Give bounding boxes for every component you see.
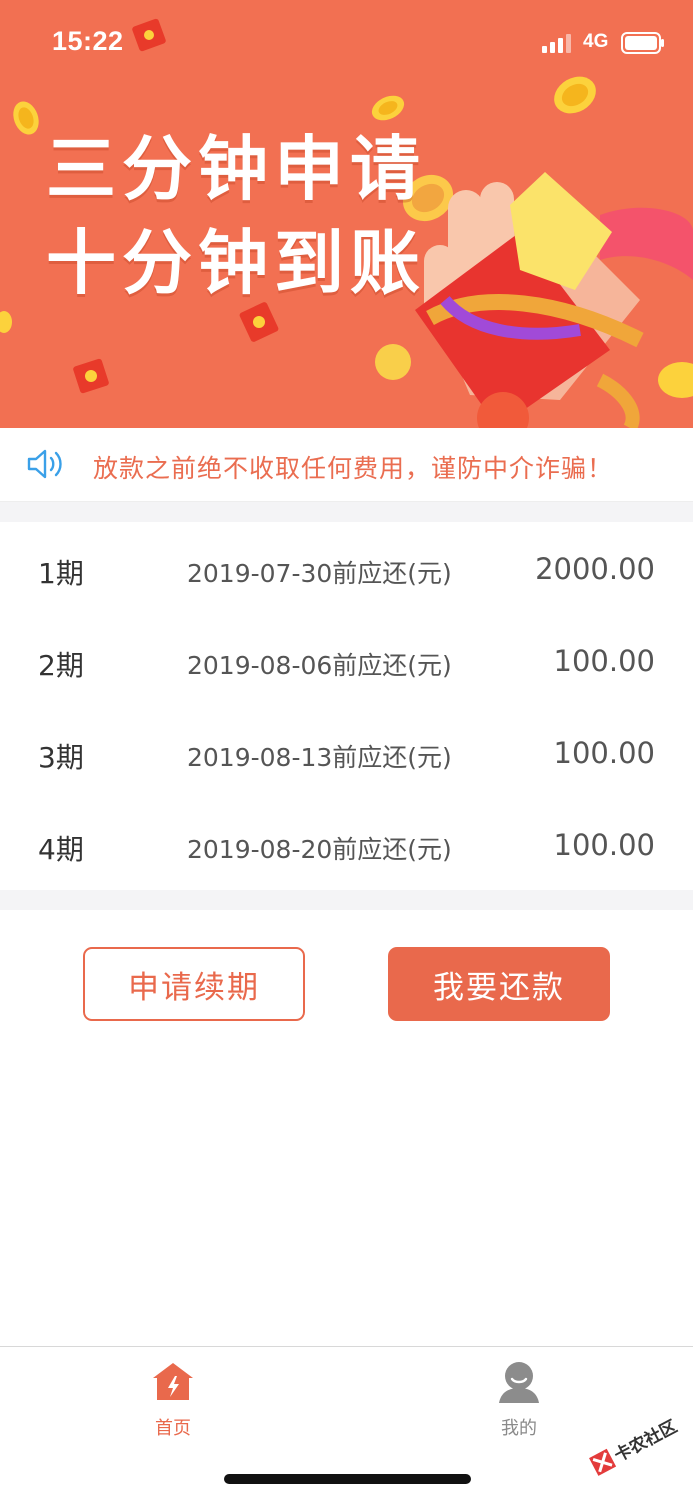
installment-due-date: 2019-08-20前应还(元) xyxy=(187,835,452,864)
coin-icon xyxy=(658,362,693,398)
coin-icon xyxy=(13,101,39,135)
coin-icon xyxy=(0,311,12,333)
battery-icon xyxy=(621,32,664,54)
renew-button[interactable]: 申请续期 xyxy=(83,947,305,1021)
promo-banner[interactable]: 15:22 4G 三分钟申请 十分钟到账 xyxy=(0,0,693,428)
profile-icon xyxy=(499,1362,539,1403)
tab-profile-label: 我的 xyxy=(501,1418,537,1439)
section-divider xyxy=(0,890,693,910)
speaker-icon xyxy=(27,449,62,479)
installment-due-date: 2019-08-13前应还(元) xyxy=(187,743,452,772)
signal-icon xyxy=(542,34,571,53)
coin-icon xyxy=(371,95,405,121)
svg-text:卡农社区: 卡农社区 xyxy=(611,1416,681,1466)
home-icon xyxy=(153,1363,193,1400)
installment-amount: 2000.00 xyxy=(535,552,655,586)
installment-due-date: 2019-07-30前应还(元) xyxy=(187,559,452,588)
repay-button[interactable]: 我要还款 xyxy=(388,947,610,1021)
home-indicator xyxy=(224,1474,471,1484)
red-envelope-icon xyxy=(73,358,109,394)
installment-row: 3期 2019-08-13前应还(元) 100.00 xyxy=(0,706,693,798)
banner-headline-line2: 十分钟到账 xyxy=(46,222,426,304)
banner-headline-line1: 三分钟申请 xyxy=(46,128,426,210)
installment-amount: 100.00 xyxy=(553,828,655,862)
status-time: 15:22 xyxy=(52,26,124,56)
tab-home-label: 首页 xyxy=(155,1418,191,1439)
installment-due-date: 2019-08-06前应还(元) xyxy=(187,651,452,680)
coin-icon xyxy=(375,344,411,380)
installment-row: 2期 2019-08-06前应还(元) 100.00 xyxy=(0,614,693,706)
installment-amount: 100.00 xyxy=(553,736,655,770)
installment-period: 2期 xyxy=(38,649,84,682)
installment-row: 1期 2019-07-30前应还(元) 2000.00 xyxy=(0,522,693,614)
installment-period: 1期 xyxy=(38,557,84,590)
red-envelope-icon xyxy=(239,302,279,342)
status-bar: 15:22 4G xyxy=(0,0,693,88)
section-divider xyxy=(0,502,693,522)
installment-period: 3期 xyxy=(38,741,84,774)
tab-home[interactable]: 首页 xyxy=(113,1356,233,1446)
notice-text: 放款之前绝不收取任何费用，谨防中介诈骗！ xyxy=(93,454,614,483)
watermark-logo: 卡农社区 xyxy=(589,1416,681,1476)
network-type: 4G xyxy=(583,31,609,52)
installment-amount: 100.00 xyxy=(553,644,655,678)
tab-profile[interactable]: 我的 xyxy=(459,1356,579,1446)
installment-period: 4期 xyxy=(38,833,84,866)
installment-row: 4期 2019-08-20前应还(元) 100.00 xyxy=(0,798,693,890)
